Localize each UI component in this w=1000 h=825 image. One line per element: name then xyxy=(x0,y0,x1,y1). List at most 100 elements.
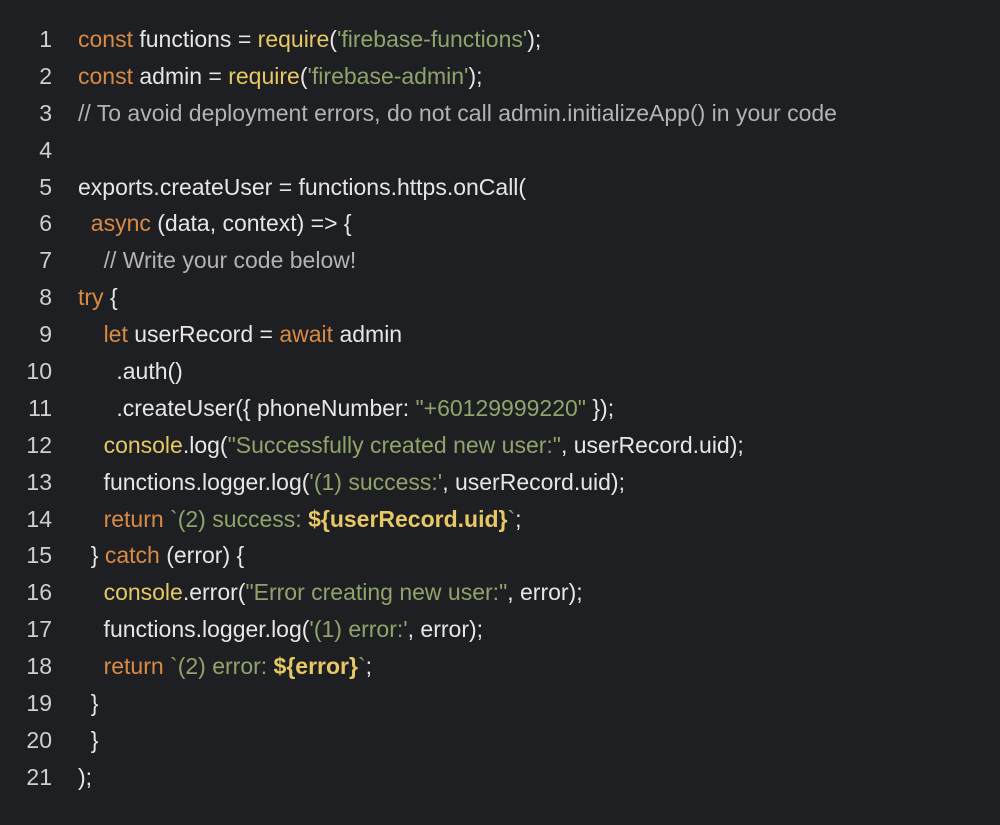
line-number: 21 xyxy=(26,763,52,790)
code-line[interactable]: 5 exports.createUser = functions.https.on… xyxy=(0,169,1000,206)
code-text[interactable]: async (data, context) => { xyxy=(52,210,352,237)
code-line[interactable]: 13 functions.logger.log('(1) success:', … xyxy=(0,464,1000,501)
code-line[interactable]: 16 console.error("Error creating new use… xyxy=(0,574,1000,611)
code-token: ); xyxy=(78,763,93,790)
code-text[interactable]: } catch (error) { xyxy=(52,542,244,569)
code-line[interactable]: 21); xyxy=(0,759,1000,796)
code-token: 'firebase-functions' xyxy=(336,25,528,52)
line-number: 15 xyxy=(26,542,52,569)
code-token: } xyxy=(78,542,105,569)
code-token: // To avoid deployment errors, do not ca… xyxy=(78,99,837,126)
code-token: '(1) error:' xyxy=(309,616,408,643)
code-token: ` xyxy=(357,653,366,680)
code-line[interactable]: 19 } xyxy=(0,685,1000,722)
line-number: 13 xyxy=(26,468,52,495)
code-text[interactable]: return `(2) error: ${error}`; xyxy=(52,653,372,680)
code-text[interactable]: functions.logger.log('(1) success:', use… xyxy=(52,469,625,496)
code-token: console xyxy=(103,579,183,606)
code-line[interactable]: 15 } catch (error) { xyxy=(0,537,1000,574)
code-line[interactable]: 4 xyxy=(0,132,1000,169)
code-token: `(2) error: xyxy=(170,653,274,680)
code-token: async xyxy=(90,210,151,237)
code-token: functions.logger.log( xyxy=(78,468,310,495)
code-text[interactable]: } xyxy=(52,727,99,754)
code-text[interactable]: } xyxy=(52,689,99,717)
code-text[interactable]: return `(2) success: ${userRecord.uid}`; xyxy=(52,506,522,533)
code-text[interactable]: // Write your code below! xyxy=(52,247,357,274)
code-token: require xyxy=(228,62,300,89)
code-line[interactable]: 9 let userRecord = await admin xyxy=(0,316,1000,353)
line-number: 16 xyxy=(26,579,52,606)
line-number: 6 xyxy=(39,210,52,237)
code-token: const xyxy=(78,62,133,89)
code-token: "+60129999220" xyxy=(415,394,586,421)
code-line[interactable]: 10 .auth() xyxy=(0,353,1000,390)
line-number: 2 xyxy=(39,62,52,89)
code-line[interactable]: 11 .createUser({ phoneNumber: "+60129999… xyxy=(0,390,1000,427)
line-number: 4 xyxy=(39,136,52,163)
code-text[interactable]: console.error("Error creating new user:"… xyxy=(52,579,583,606)
code-token: console xyxy=(103,431,183,458)
code-line[interactable]: 2 const admin = require('firebase-admin')… xyxy=(0,58,1000,95)
code-token: userRecord = xyxy=(127,321,280,348)
code-token: "Successfully created new user:" xyxy=(227,431,561,458)
code-text[interactable]: functions.logger.log('(1) error:', error… xyxy=(52,616,484,643)
code-text[interactable]: exports.createUser = functions.https.onC… xyxy=(52,174,526,201)
code-text[interactable]: let userRecord = await admin xyxy=(52,321,403,348)
line-number: 8 xyxy=(39,284,52,311)
line-number: 7 xyxy=(39,247,52,274)
code-line[interactable]: 1 const functions = require('firebase-fun… xyxy=(0,21,1000,58)
code-line[interactable]: 12 console.log("Successfully created new… xyxy=(0,427,1000,464)
code-token: functions.logger.log( xyxy=(78,616,310,643)
code-line[interactable]: 20 } xyxy=(0,722,1000,759)
code-token: .createUser({ phoneNumber: xyxy=(78,394,416,421)
code-token: ; xyxy=(515,505,522,532)
code-token: .auth() xyxy=(78,357,183,384)
code-text[interactable]: .auth() xyxy=(52,358,183,385)
code-token: .log( xyxy=(182,431,228,458)
code-token: ${error} xyxy=(273,653,358,680)
code-token: } xyxy=(78,689,99,716)
code-token: 'firebase-admin' xyxy=(307,62,469,89)
code-line[interactable]: 8 try { xyxy=(0,279,1000,316)
code-token: admin = xyxy=(132,62,229,89)
code-token: functions = xyxy=(132,25,258,52)
code-token: , error); xyxy=(507,579,583,606)
code-line[interactable]: 17 functions.logger.log('(1) error:', er… xyxy=(0,611,1000,648)
code-text[interactable]: .createUser({ phoneNumber: "+60129999220… xyxy=(52,395,614,422)
code-text[interactable]: const functions = require('firebase-func… xyxy=(52,26,541,53)
code-line[interactable]: 3 // To avoid deployment errors, do not c… xyxy=(0,95,1000,132)
code-token: { xyxy=(103,284,118,311)
code-token: ); xyxy=(527,25,542,52)
code-token: "Error creating new user:" xyxy=(245,579,508,606)
line-number: 9 xyxy=(39,321,52,348)
code-token: `(2) success: xyxy=(170,505,309,532)
code-text[interactable]: console.log("Successfully created new us… xyxy=(52,432,744,459)
code-token: exports.createUser = functions.https.onC… xyxy=(78,173,527,200)
code-token: , userRecord.uid); xyxy=(560,431,744,458)
line-number: 18 xyxy=(26,653,52,680)
code-text[interactable]: // To avoid deployment errors, do not ca… xyxy=(52,100,837,127)
code-token: ; xyxy=(365,653,372,680)
code-line[interactable]: 6 async (data, context) => { xyxy=(0,205,1000,242)
code-line[interactable]: 18 return `(2) error: ${error}`; xyxy=(0,648,1000,685)
code-token: const xyxy=(78,25,133,52)
code-line[interactable]: 7 // Write your code below! xyxy=(0,242,1000,279)
code-token: catch xyxy=(104,542,160,569)
line-number: 17 xyxy=(26,616,52,643)
code-token: }); xyxy=(585,394,615,421)
code-token: await xyxy=(279,321,334,348)
code-text[interactable]: ); xyxy=(52,764,92,791)
code-token: try xyxy=(78,284,104,311)
code-text[interactable]: const admin = require('firebase-admin'); xyxy=(52,63,483,90)
code-editor[interactable]: 1 const functions = require('firebase-fun… xyxy=(0,0,1000,825)
line-number: 12 xyxy=(26,431,52,458)
code-token: ` xyxy=(507,505,516,532)
code-text[interactable]: try { xyxy=(52,284,118,311)
code-token: return xyxy=(103,653,164,680)
code-line[interactable]: 14 return `(2) success: ${userRecord.uid… xyxy=(0,501,1000,538)
